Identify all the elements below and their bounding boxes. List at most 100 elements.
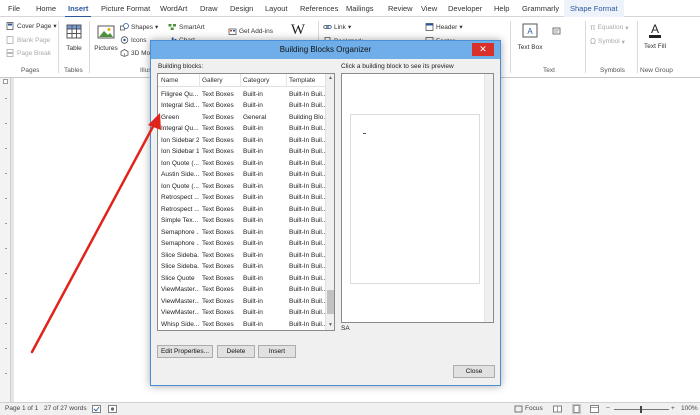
table-row[interactable]: Simple Tex... Text Boxes Built-in Built-In … <box>158 216 326 228</box>
table-row[interactable]: Integral Sid... Text Boxes Built-in Built-I… <box>158 101 326 113</box>
print-layout-icon[interactable] <box>572 404 581 414</box>
word-count[interactable]: 27 of 27 words <box>44 405 87 412</box>
dialog-titlebar[interactable]: Building Blocks Organizer ✕ <box>151 41 500 59</box>
tab-file[interactable]: File <box>8 4 20 13</box>
table-row[interactable]: Semaphore ... Text Boxes Built-in Built-In … <box>158 227 326 239</box>
column-header-category[interactable]: Category <box>243 77 269 84</box>
tab-insert[interactable]: Insert <box>64 4 92 18</box>
table-row[interactable]: Austin Side... Text Boxes Built-in Built-In… <box>158 170 326 182</box>
focus-button[interactable]: Focus <box>525 405 543 412</box>
table-row[interactable]: ViewMaster... Text Boxes Built-in Built-In … <box>158 308 326 320</box>
focus-icon <box>514 405 523 413</box>
table-row[interactable]: Ion Quote (... Text Boxes Built-in Built-In… <box>158 181 326 193</box>
table-row[interactable]: Ion Quote (... Text Boxes Built-in Built-In… <box>158 158 326 170</box>
close-button[interactable]: Close <box>453 365 495 378</box>
table-row[interactable]: Retrospect ... Text Boxes Built-in Built-In… <box>158 193 326 205</box>
scroll-down-arrow[interactable]: ▼ <box>326 321 334 330</box>
row-category: Built-in <box>243 217 263 224</box>
preview-scrollbar[interactable] <box>484 74 493 322</box>
cover-page-button[interactable]: Cover Page ▾ <box>6 22 57 30</box>
row-gallery: Text Boxes <box>202 90 234 98</box>
row-template: Built-In Buil... <box>289 136 326 144</box>
table-row[interactable]: ViewMaster... Text Boxes Built-in Built-In … <box>158 296 326 308</box>
row-gallery: Text Boxes <box>202 136 234 144</box>
zoom-slider-thumb[interactable] <box>640 406 642 413</box>
tab-wordart[interactable]: WordArt <box>160 4 187 13</box>
read-mode-icon[interactable] <box>553 405 562 413</box>
dialog-close-button[interactable]: ✕ <box>472 43 494 56</box>
tab-design[interactable]: Design <box>230 4 253 13</box>
row-template: Built-In Buil... <box>289 171 326 178</box>
macro-recording-icon[interactable] <box>108 405 117 413</box>
tab-picture-format[interactable]: Picture Format <box>101 4 150 13</box>
pictures-button[interactable]: Pictures <box>92 23 120 52</box>
web-layout-icon[interactable] <box>590 405 599 413</box>
3d-models-button[interactable]: 3D Mod <box>120 49 154 57</box>
table-row[interactable]: ViewMaster... Text Boxes Built-in Built-In … <box>158 285 326 297</box>
page-break-button[interactable]: Page Break <box>6 49 51 57</box>
dialog-title: Building Blocks Organizer <box>279 45 372 54</box>
zoom-level[interactable]: 100% <box>681 405 698 412</box>
scrollbar-thumb[interactable] <box>327 290 334 314</box>
row-category: Built-in <box>243 194 263 201</box>
row-gallery: Text Boxes <box>202 171 234 178</box>
get-addins-button[interactable]: Get Add-ins <box>228 27 273 35</box>
tab-grammarly[interactable]: Grammarly <box>522 4 559 13</box>
table-row[interactable]: Retrospect ... Text Boxes Built-in Built-In… <box>158 204 326 216</box>
edit-properties-button[interactable]: Edit Properties... <box>157 345 213 358</box>
row-category: Built-in <box>243 320 263 328</box>
wikipedia-button[interactable]: W <box>287 22 309 39</box>
zoom-out-button[interactable]: − <box>606 405 610 412</box>
list-scrollbar[interactable]: ▲ ▼ <box>325 74 334 330</box>
table-row[interactable]: Slice Quote Text Boxes Built-in Built-In Bu… <box>158 273 326 285</box>
tab-developer[interactable]: Developer <box>448 4 482 13</box>
row-name: Green <box>161 113 180 121</box>
ruler-tab-selector[interactable] <box>3 79 8 84</box>
table-row[interactable]: Ion Sidebar 2 Text Boxes Built-in Built-In … <box>158 135 326 147</box>
table-row[interactable]: Semaphore ... Text Boxes Built-in Built-In … <box>158 239 326 251</box>
tab-home[interactable]: Home <box>36 4 56 13</box>
table-row[interactable]: Ion Sidebar 1 Text Boxes Built-in Built-In … <box>158 147 326 159</box>
text-fill-button[interactable]: A Text Fill <box>642 21 668 50</box>
table-row[interactable]: Green Text Boxes General Building Blo... <box>158 112 326 124</box>
equation-button[interactable]: π Equation ▾ <box>590 23 628 32</box>
table-button[interactable]: Table <box>62 23 86 52</box>
blank-page-button[interactable]: Blank Page <box>6 36 50 44</box>
omega-icon: Ω <box>590 37 596 46</box>
icons-button[interactable]: Icons <box>120 36 147 44</box>
proofing-icon[interactable] <box>92 405 101 413</box>
tab-layout[interactable]: Layout <box>265 4 288 13</box>
link-button[interactable]: Link ▾ <box>323 23 351 31</box>
table-row[interactable]: Slice Sideba... Text Boxes Built-in Built-I… <box>158 250 326 262</box>
symbol-button[interactable]: Ω Symbol ▾ <box>590 37 625 46</box>
column-header-template[interactable]: Template <box>289 77 315 84</box>
column-header-name[interactable]: Name <box>161 77 178 84</box>
tab-view[interactable]: View <box>421 4 437 13</box>
tab-mailings[interactable]: Mailings <box>346 4 374 13</box>
text-box-button[interactable]: A Text Box <box>517 22 543 51</box>
insert-button[interactable]: Insert <box>258 345 296 358</box>
tab-shape-format[interactable]: Shape Format <box>570 4 618 13</box>
tab-review[interactable]: Review <box>388 4 413 13</box>
shapes-button[interactable]: Shapes ▾ <box>120 23 158 31</box>
page-break-icon <box>6 49 14 57</box>
table-row[interactable]: Filigree Qu... Text Boxes Built-in Built-In… <box>158 89 326 101</box>
tab-help[interactable]: Help <box>494 4 509 13</box>
tab-references[interactable]: References <box>300 4 338 13</box>
page-count[interactable]: Page 1 of 1 <box>5 405 38 412</box>
header-button[interactable]: Header ▾ <box>425 23 463 31</box>
row-template: Built-In Buil... <box>289 182 326 190</box>
table-row[interactable]: Whisp Side... Text Boxes Built-in Built-In … <box>158 319 326 330</box>
delete-button[interactable]: Delete <box>217 345 255 358</box>
shapes-icon <box>120 23 129 31</box>
table-row[interactable]: Slice Sideba... Text Boxes Built-in Built-I… <box>158 262 326 274</box>
smartart-button[interactable]: SmartArt <box>168 23 205 31</box>
scroll-up-arrow[interactable]: ▲ <box>326 74 334 83</box>
building-blocks-list[interactable]: Name Gallery Category Template Filigree … <box>157 73 335 331</box>
zoom-in-button[interactable]: + <box>671 405 675 412</box>
text-tools-button[interactable] <box>552 27 561 35</box>
tab-draw[interactable]: Draw <box>200 4 218 13</box>
table-row[interactable]: Whisp Quote...Text BoxesBuilt-inBuilt-In… <box>158 331 326 332</box>
table-row[interactable]: Integral Qu... Text Boxes Built-in Built-In… <box>158 124 326 136</box>
column-header-gallery[interactable]: Gallery <box>202 77 223 84</box>
